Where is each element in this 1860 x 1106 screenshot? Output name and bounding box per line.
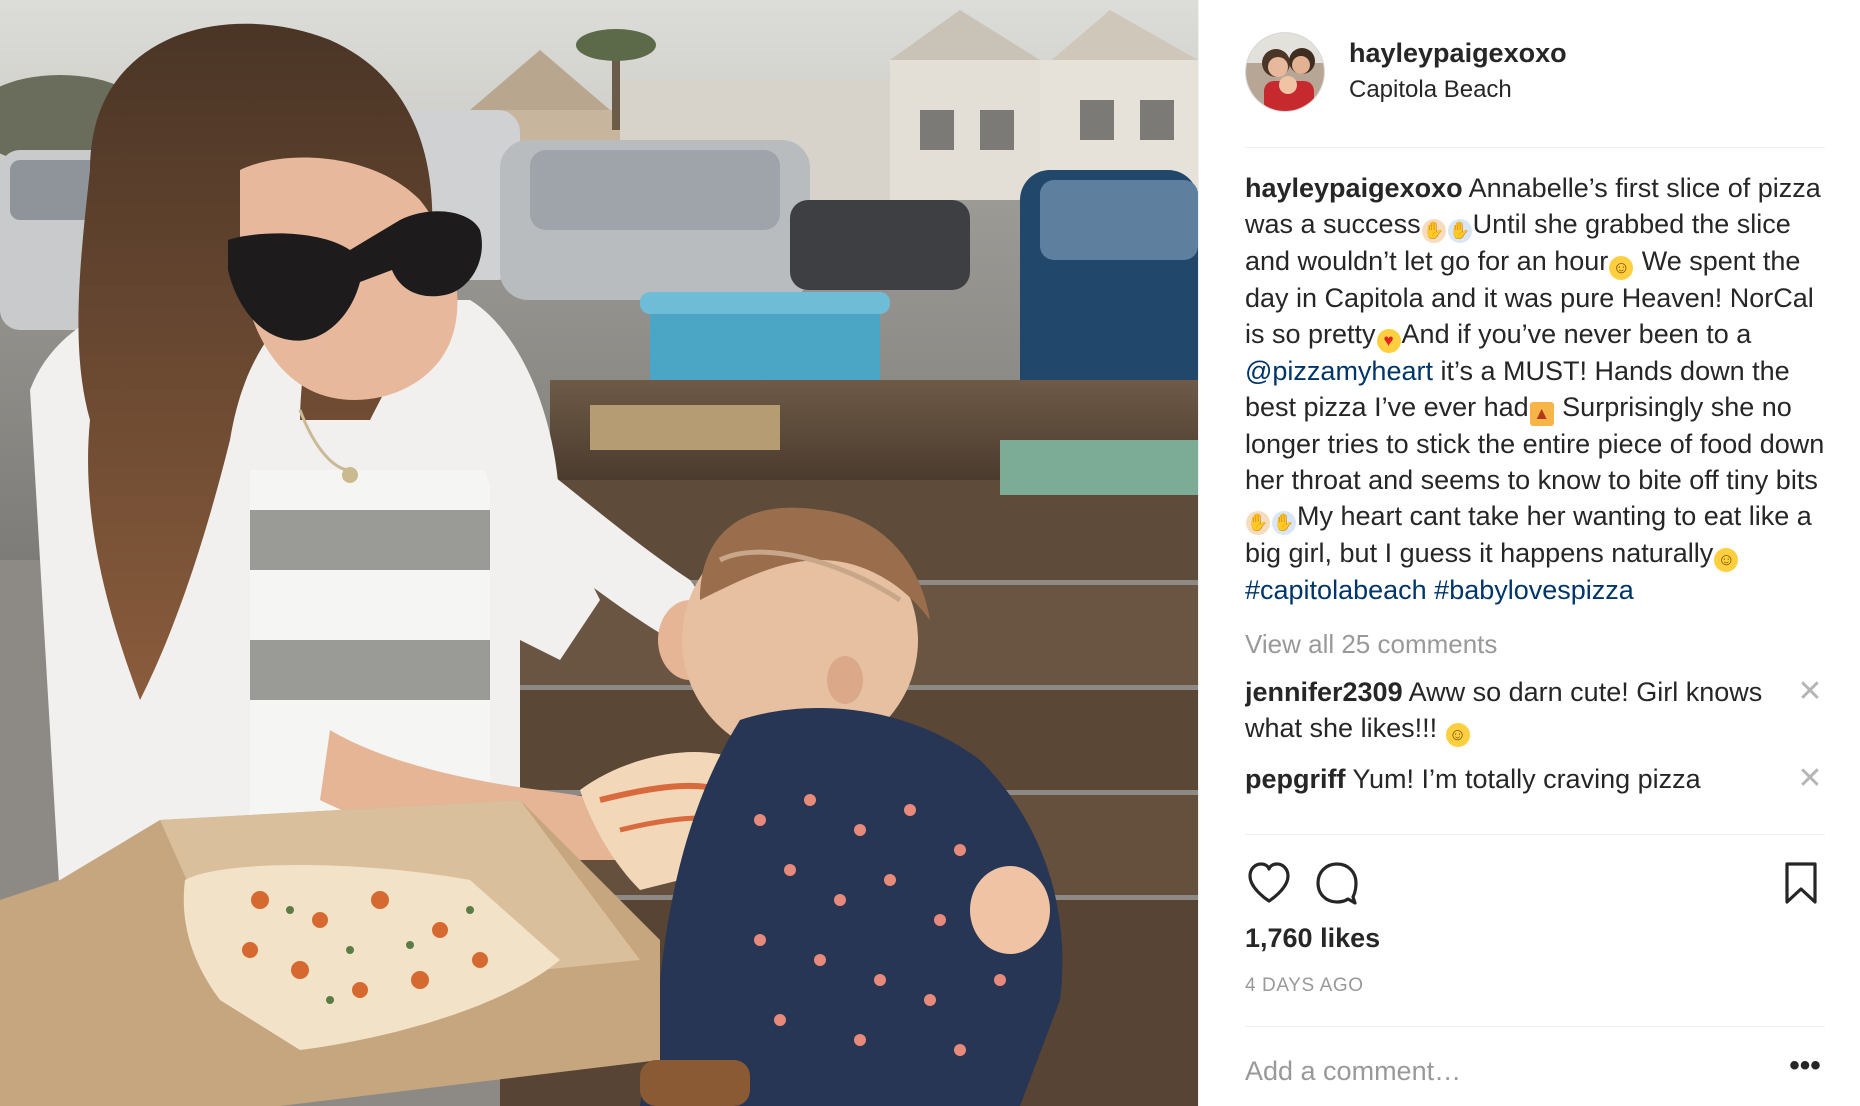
grinning-sweat-emoji-icon: ☺ <box>1714 548 1739 573</box>
comment-bubble-icon[interactable] <box>1313 859 1361 907</box>
hashtag-link[interactable]: #capitolabeach <box>1245 575 1427 605</box>
avatar[interactable] <box>1245 32 1325 112</box>
post-header: hayleypaigexoxo Capitola Beach <box>1245 28 1825 148</box>
pizza-emoji-icon: ▲ <box>1529 402 1554 427</box>
heart-icon[interactable] <box>1245 859 1293 907</box>
hashtag-link[interactable]: #babylovespizza <box>1434 575 1634 605</box>
post-details-panel: hayleypaigexoxo Capitola Beach hayleypai… <box>1198 0 1860 1106</box>
more-options-icon[interactable]: ••• <box>1785 1051 1825 1089</box>
caption-text: And if you’ve never been to a <box>1401 319 1752 350</box>
likes-count[interactable]: 1,760 likes <box>1245 923 1380 954</box>
comment-item: pepgriff Yum! I’m totally craving pizza … <box>1245 761 1825 809</box>
post-author-username[interactable]: hayleypaigexoxo <box>1349 38 1567 69</box>
post-timestamp[interactable]: 4 DAYS AGO <box>1245 975 1364 997</box>
post-actions: 1,760 likes 4 DAYS AGO <box>1245 834 1825 1054</box>
comment-item: jennifer2309 Aww so darn cute! Girl know… <box>1245 674 1825 747</box>
post-caption: hayleypaigexoxo Annabelle’s first slice … <box>1245 170 1825 609</box>
add-comment-input[interactable] <box>1245 1049 1765 1093</box>
post-image <box>0 0 1198 1106</box>
clapping-hands-emoji-icon: ✋ <box>1421 219 1446 244</box>
post-photo[interactable] <box>0 0 1198 1106</box>
folded-hands-emoji-icon: ✋ <box>1272 511 1296 536</box>
bookmark-icon[interactable] <box>1777 859 1825 907</box>
close-icon[interactable]: ✕ <box>1795 674 1825 710</box>
raised-hands-emoji-icon: ✋ <box>1447 219 1472 244</box>
mention-link[interactable]: @pizzamyheart <box>1245 356 1433 386</box>
avatar-image <box>1246 33 1324 111</box>
comment-username[interactable]: pepgriff <box>1245 764 1346 794</box>
comment-text: Yum! I’m totally craving pizza <box>1345 763 1701 794</box>
add-comment-bar: ••• <box>1245 1026 1825 1106</box>
comment-username[interactable]: jennifer2309 <box>1245 677 1403 707</box>
heart-eyes-emoji-icon: ♥ <box>1376 329 1401 354</box>
caption-username[interactable]: hayleypaigexoxo <box>1245 173 1463 203</box>
close-icon[interactable]: ✕ <box>1795 761 1825 797</box>
winking-face-emoji-icon: ☺ <box>1445 722 1470 747</box>
post-location[interactable]: Capitola Beach <box>1349 76 1512 104</box>
clapping-hands-emoji-icon: ✋ <box>1246 511 1270 536</box>
grinning-sweat-emoji-icon: ☺ <box>1609 256 1634 281</box>
view-all-comments-link[interactable]: View all 25 comments <box>1245 629 1825 660</box>
caption-and-comments: hayleypaigexoxo Annabelle’s first slice … <box>1245 170 1825 834</box>
